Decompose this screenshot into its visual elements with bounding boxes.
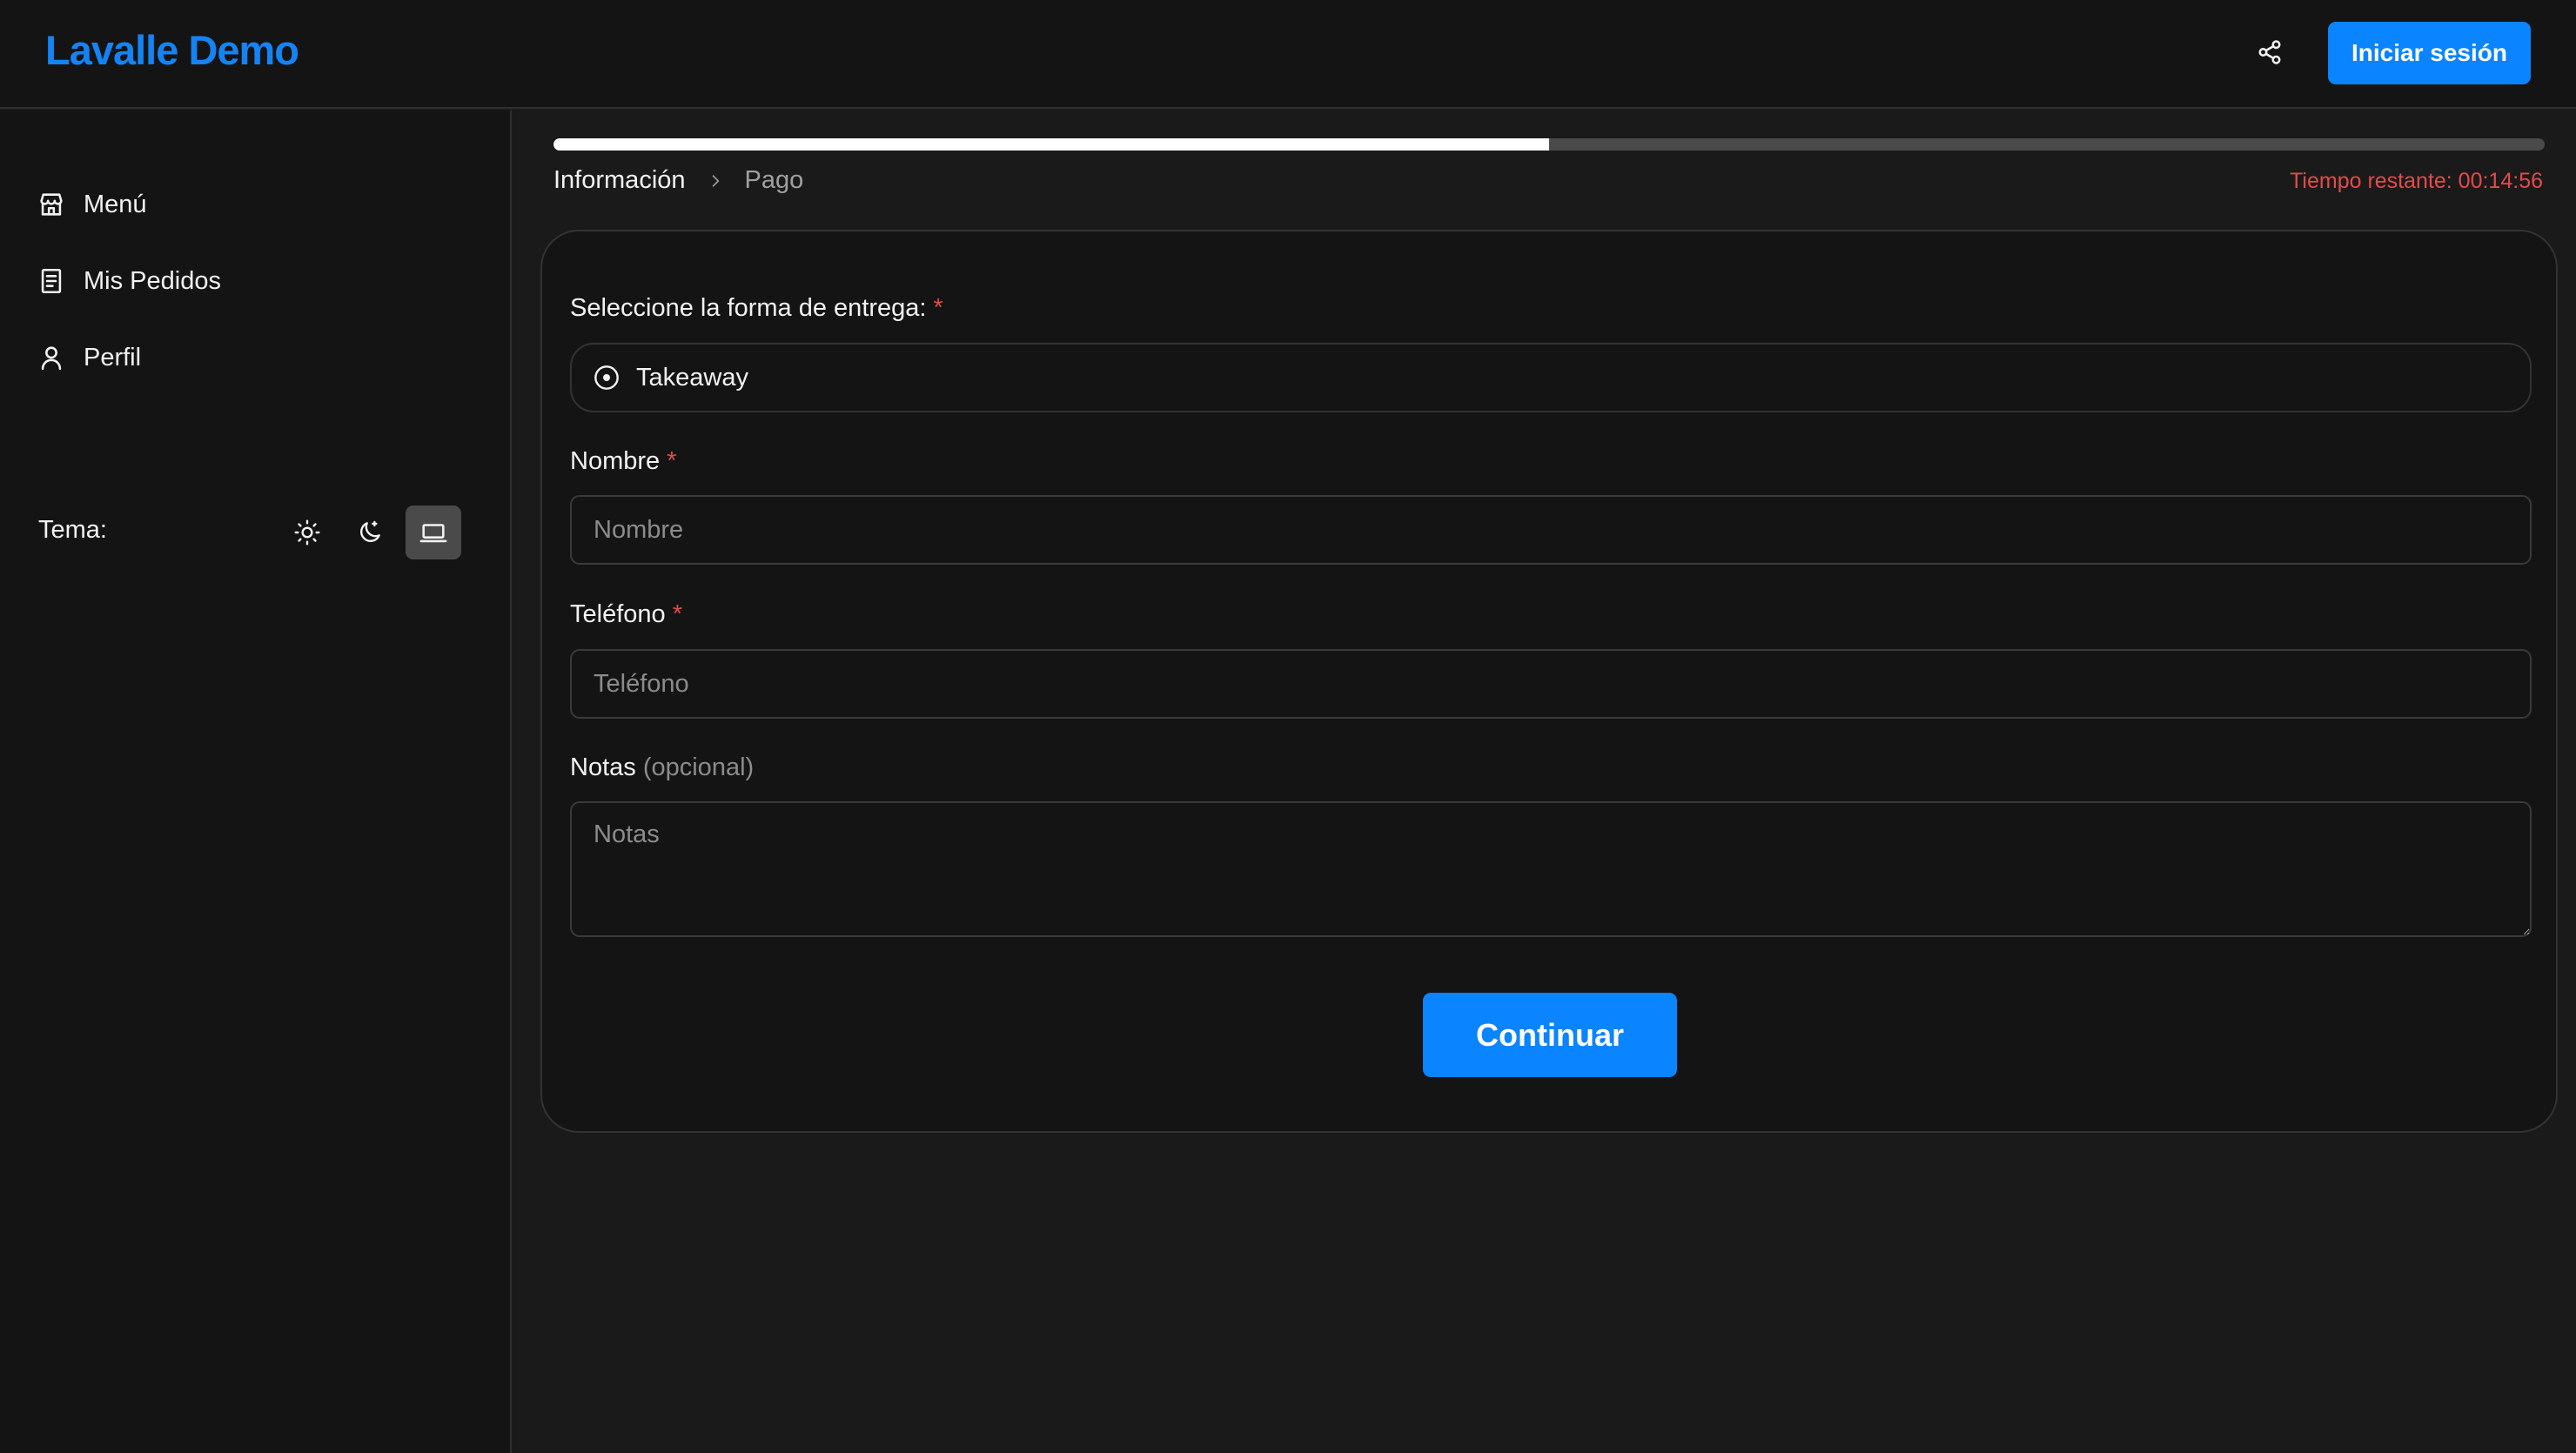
delivery-label-text: Seleccione la forma de entrega: — [570, 294, 927, 322]
top-bar: Lavalle Demo Iniciar sesión — [0, 0, 2576, 109]
theme-dark-button[interactable] — [342, 506, 398, 559]
login-button[interactable]: Iniciar sesión — [2328, 22, 2531, 84]
checkout-steps: Información Pago — [553, 166, 803, 195]
required-mark: * — [672, 600, 683, 628]
theme-label: Tema: — [38, 516, 107, 544]
required-mark: * — [933, 294, 943, 322]
sidebar-item-orders[interactable]: Mis Pedidos — [37, 259, 221, 303]
sidebar-item-menu[interactable]: Menú — [37, 183, 147, 226]
continue-button[interactable]: Continuar — [1423, 993, 1677, 1077]
laptop-icon — [419, 524, 447, 543]
delivery-label: Seleccione la forma de entrega: * — [570, 294, 943, 323]
share-button[interactable] — [2251, 33, 2289, 71]
radio-selected-icon — [594, 365, 619, 390]
phone-label: Teléfono * — [570, 600, 682, 629]
name-label: Nombre * — [570, 447, 677, 476]
brand-logo[interactable]: Lavalle Demo — [45, 26, 299, 74]
delivery-option-takeaway[interactable]: Takeaway — [570, 343, 2532, 412]
sun-icon — [294, 519, 320, 546]
receipt-icon — [41, 268, 62, 294]
sidebar-item-profile[interactable]: Perfil — [37, 336, 141, 379]
optional-hint: (opcional) — [642, 753, 755, 781]
moon-icon — [360, 520, 380, 542]
notes-textarea[interactable] — [570, 801, 2532, 937]
theme-system-button[interactable] — [406, 506, 461, 559]
delivery-option-label: Takeaway — [636, 363, 748, 392]
name-label-text: Nombre — [570, 447, 661, 475]
phone-label-text: Teléfono — [570, 600, 666, 628]
step-pago[interactable]: Pago — [745, 166, 804, 195]
sidebar: Menú Mis Pedidos Perfil Tema: — [0, 110, 512, 1453]
theme-light-button[interactable] — [279, 506, 335, 559]
user-icon — [41, 346, 62, 371]
checkout-form-card: Seleccione la forma de entrega: * Takeaw… — [540, 230, 2558, 1133]
name-input[interactable] — [570, 495, 2532, 565]
sidebar-item-label: Perfil — [84, 343, 142, 372]
store-icon — [40, 193, 63, 216]
notes-label: Notas (opcional) — [570, 753, 754, 782]
required-mark: * — [667, 447, 677, 475]
sidebar-item-label: Mis Pedidos — [84, 266, 221, 295]
checkout-progress-bar — [553, 138, 2545, 151]
step-informacion[interactable]: Información — [553, 166, 686, 195]
countdown-timer: Tiempo restante: 00:14:56 — [2290, 169, 2543, 193]
notes-label-text: Notas — [570, 753, 636, 781]
chevron-right-icon — [712, 174, 719, 187]
phone-input[interactable] — [570, 649, 2532, 719]
share-icon — [2258, 40, 2281, 64]
checkout-progress-fill — [553, 138, 1549, 151]
sidebar-item-label: Menú — [84, 190, 147, 218]
